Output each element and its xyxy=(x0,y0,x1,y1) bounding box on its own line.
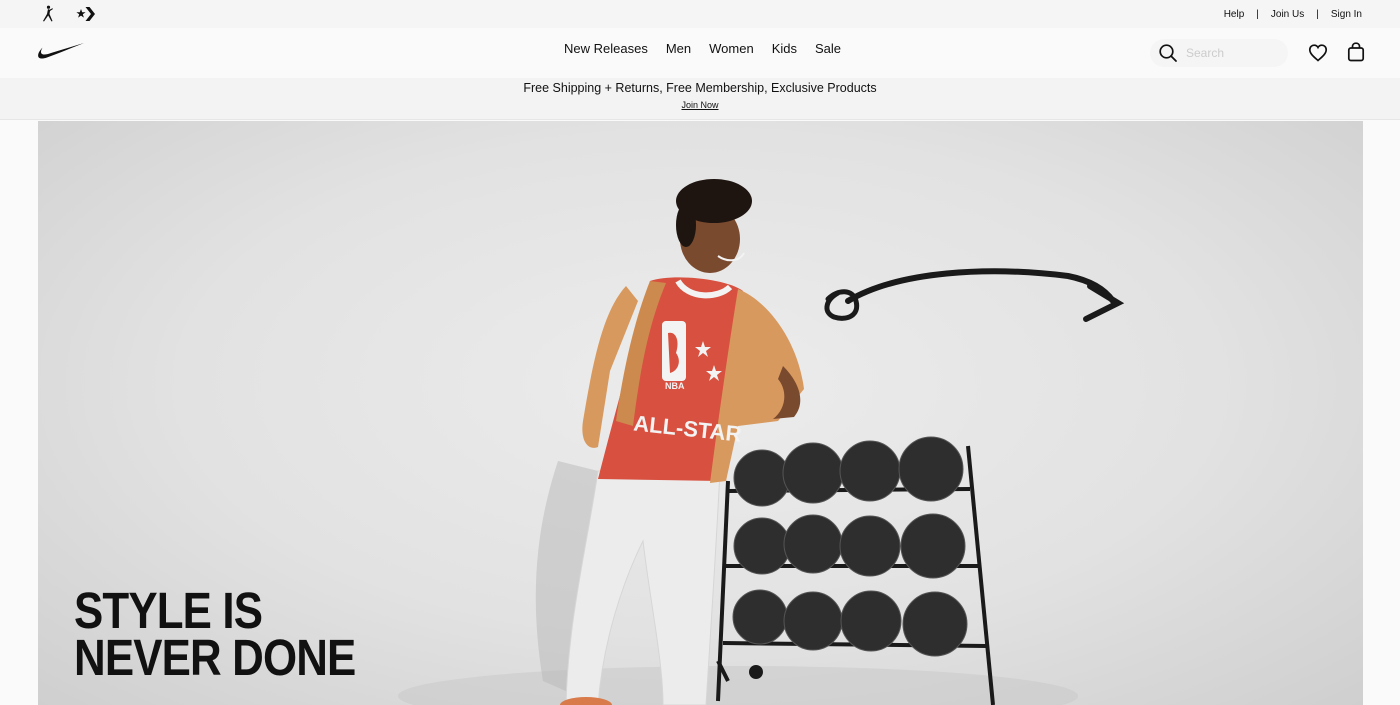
headline-line-2: NEVER DONE xyxy=(74,629,356,686)
search-input[interactable] xyxy=(1186,46,1281,60)
nav-women[interactable]: Women xyxy=(709,41,754,56)
nav-kids[interactable]: Kids xyxy=(772,41,797,56)
promo-message: Free Shipping + Returns, Free Membership… xyxy=(523,81,877,95)
nav-sale[interactable]: Sale xyxy=(815,41,841,56)
hero-banner[interactable]: NBA ALL-STAR STYLE IS NEVER DONE xyxy=(38,121,1363,705)
separator: | xyxy=(1316,8,1319,20)
hero-headline: STYLE IS NEVER DONE xyxy=(74,582,356,686)
help-link[interactable]: Help xyxy=(1224,9,1245,20)
nike-swoosh-icon[interactable] xyxy=(36,40,86,64)
jordan-jumpman-icon[interactable] xyxy=(38,4,58,24)
shopping-bag-icon[interactable] xyxy=(1345,41,1367,63)
join-now-link[interactable]: Join Now xyxy=(681,100,718,110)
jersey-text-top: NBA xyxy=(665,381,685,391)
search-icon[interactable] xyxy=(1150,39,1186,67)
primary-nav-links: New Releases Men Women Kids Sale xyxy=(564,41,841,56)
promo-banner: Free Shipping + Returns, Free Membership… xyxy=(0,78,1400,120)
separator: | xyxy=(1256,8,1259,20)
utility-links: Help | Join Us | Sign In xyxy=(1224,9,1362,20)
nav-men[interactable]: Men xyxy=(666,41,691,56)
heart-icon[interactable] xyxy=(1307,42,1329,64)
basketballs xyxy=(732,436,968,657)
converse-star-chevron-icon[interactable] xyxy=(76,4,96,24)
sign-in-link[interactable]: Sign In xyxy=(1331,9,1362,20)
join-us-link[interactable]: Join Us xyxy=(1271,9,1304,20)
utility-bar: Help | Join Us | Sign In xyxy=(0,0,1400,28)
brand-switcher xyxy=(38,4,96,24)
nav-new-releases[interactable]: New Releases xyxy=(564,41,648,56)
headline-line-1: STYLE IS xyxy=(74,582,263,639)
main-navigation: New Releases Men Women Kids Sale xyxy=(0,28,1400,78)
search-box xyxy=(1150,39,1288,67)
scribble-arrow xyxy=(824,268,1125,322)
